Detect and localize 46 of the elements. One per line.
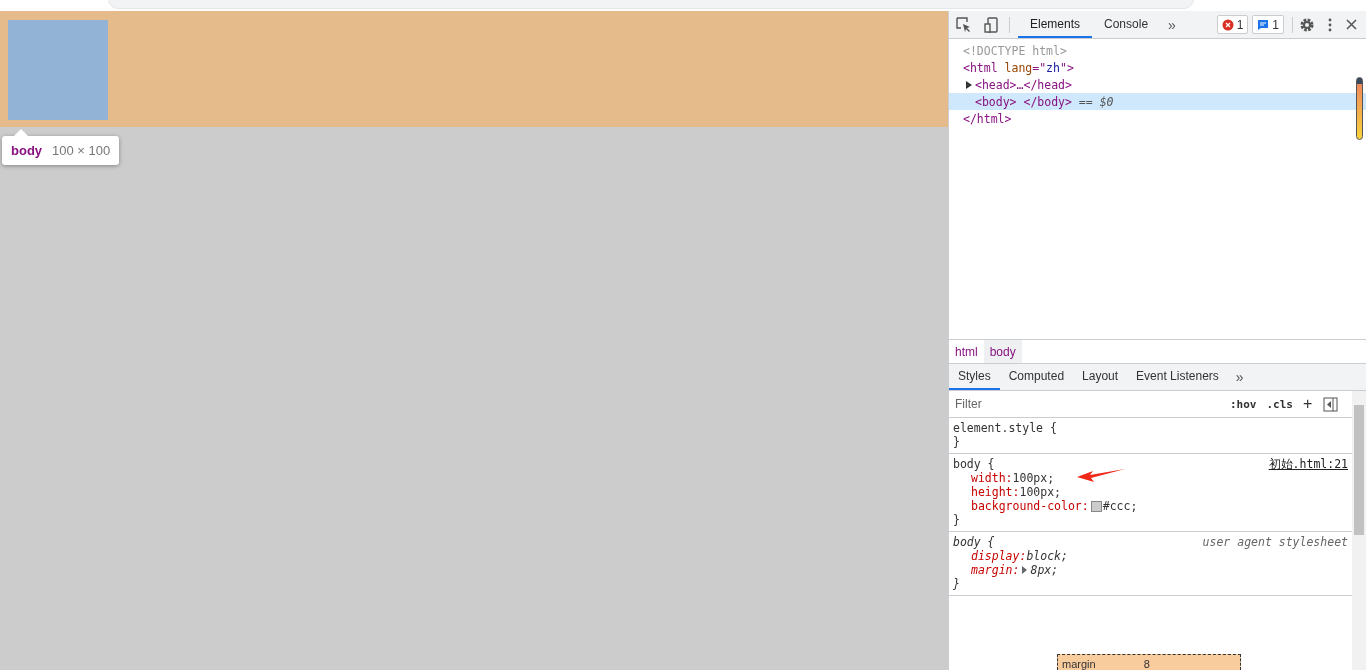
- error-count-badge[interactable]: 1: [1216, 15, 1249, 34]
- filter-button[interactable]: :hov: [1225, 397, 1262, 411]
- pane-tab[interactable]: Styles: [949, 364, 1000, 390]
- css-selector: body {: [953, 457, 995, 471]
- css-declaration[interactable]: width:100px;: [953, 471, 1348, 485]
- dom-node-text[interactable]: <html lang="zh">: [963, 60, 1074, 75]
- breadcrumb[interactable]: html: [949, 340, 984, 363]
- pane-tab[interactable]: Event Listeners: [1127, 364, 1228, 390]
- breadcrumb[interactable]: body: [983, 340, 1022, 363]
- css-declaration[interactable]: background-color: #ccc;: [953, 499, 1348, 513]
- settings-icon[interactable]: [1299, 16, 1315, 33]
- filter-button[interactable]: .cls: [1261, 397, 1298, 411]
- closing-brace: }: [953, 435, 960, 449]
- tooltip-size: 100 × 100: [52, 143, 111, 158]
- inspect-icon[interactable]: [955, 15, 973, 34]
- panel-tab[interactable]: Elements: [1018, 11, 1093, 38]
- closing-brace: }: [953, 577, 960, 591]
- tooltip-tag: body: [11, 143, 43, 158]
- css-declaration[interactable]: display:block;: [953, 549, 1348, 563]
- dom-node-row[interactable]: <body> </body> == $0: [949, 93, 1366, 110]
- dom-node-text[interactable]: <head>…</head>: [963, 77, 1072, 92]
- device-icon[interactable]: [983, 15, 1001, 34]
- sidebar-toggle-icon[interactable]: [1323, 396, 1339, 412]
- pane-tab[interactable]: Computed: [999, 364, 1074, 390]
- message-icon: [1257, 18, 1270, 31]
- scroll-marker: [1356, 77, 1363, 140]
- css-declaration[interactable]: margin: 8px;: [953, 563, 1348, 577]
- closing-brace: }: [953, 513, 960, 527]
- dom-node-text[interactable]: </html>: [963, 111, 1012, 126]
- filter-button[interactable]: +: [1298, 395, 1318, 413]
- more-tabs-button[interactable]: »: [1227, 369, 1252, 385]
- box-model-margin: margin 8: [1057, 654, 1241, 670]
- more-options-icon[interactable]: [1327, 17, 1333, 32]
- error-icon: [1221, 18, 1234, 31]
- css-declaration[interactable]: height:100px;: [953, 485, 1348, 499]
- panel-tab[interactable]: Console: [1092, 11, 1161, 38]
- source-link[interactable]: 初始.html:21: [1268, 457, 1348, 471]
- css-selector: body {: [953, 535, 995, 549]
- message-count-badge[interactable]: 1: [1252, 15, 1284, 34]
- dom-node-text: <body> </body> == $0: [974, 94, 1114, 109]
- close-icon[interactable]: [1345, 18, 1358, 31]
- more-tabs-button[interactable]: »: [1160, 16, 1184, 33]
- pane-tab[interactable]: Layout: [1073, 364, 1128, 390]
- source-label: user agent stylesheet: [1202, 535, 1348, 549]
- scrollbar[interactable]: [1352, 391, 1366, 670]
- css-selector: element.style {: [953, 421, 1057, 435]
